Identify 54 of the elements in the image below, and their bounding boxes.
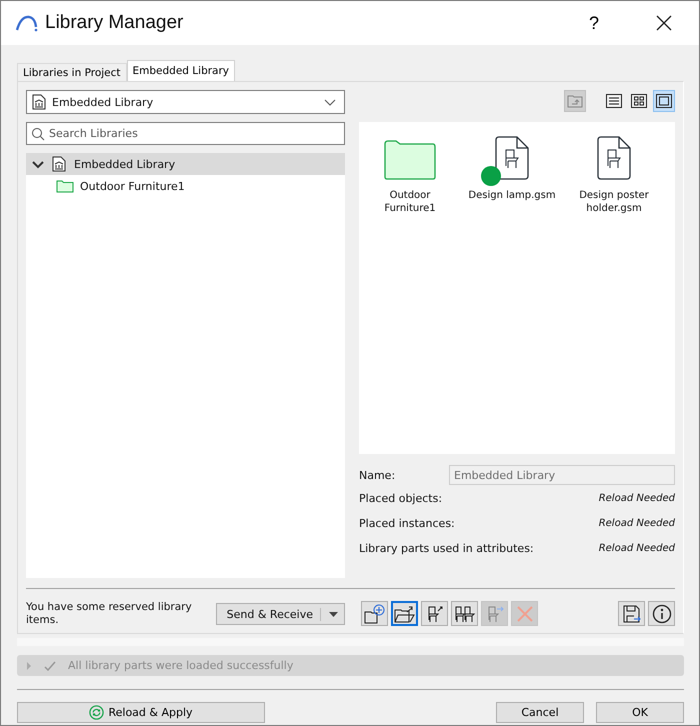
info-label: Placed objects: xyxy=(359,492,442,505)
info-value: Reload Needed xyxy=(598,493,675,504)
send-receive-button[interactable]: Send & Receive xyxy=(216,603,345,625)
info-label: Placed instances: xyxy=(359,517,455,530)
save-button[interactable] xyxy=(618,601,645,626)
view-button[interactable] xyxy=(653,90,675,112)
tree-item[interactable]: Outdoor Furniture1 xyxy=(26,175,345,197)
library-item[interactable]: Design lamp.gsm xyxy=(461,134,563,202)
chevron-down-icon xyxy=(324,98,336,106)
cancel-button[interactable]: Cancel xyxy=(496,702,584,723)
large-icons-icon xyxy=(656,94,672,108)
folder-icon xyxy=(384,140,436,180)
name-label: Name: xyxy=(359,468,396,482)
info-button[interactable] xyxy=(648,601,675,626)
chair-file-icon xyxy=(495,136,529,180)
folder-plus-icon xyxy=(364,604,386,624)
toolbar-button[interactable] xyxy=(451,601,478,626)
chairs-icon xyxy=(454,604,476,624)
tree-item[interactable]: Embedded Library xyxy=(26,153,345,175)
expand-icon xyxy=(26,662,32,670)
folder-up-icon xyxy=(567,94,583,108)
check-icon xyxy=(44,660,56,670)
library-file-icon xyxy=(52,156,66,172)
folder-icon xyxy=(56,179,74,193)
library-item[interactable]: Outdoor Furniture1 xyxy=(359,134,461,215)
tab[interactable]: Embedded Library xyxy=(126,60,236,81)
reserved-message: You have some reserved library items. xyxy=(26,601,193,627)
help-button[interactable]: ? xyxy=(559,1,629,45)
info-value: Reload Needed xyxy=(598,518,675,529)
dropdown-arrow-icon xyxy=(329,612,338,616)
window-title: Library Manager xyxy=(45,12,184,34)
toolbar-button[interactable] xyxy=(421,601,448,626)
tab[interactable]: Libraries in Project xyxy=(17,63,127,81)
library-item[interactable]: Design poster holder.gsm xyxy=(563,134,665,215)
info-label: Library parts used in attributes: xyxy=(359,542,534,555)
info-value: Reload Needed xyxy=(598,543,675,554)
close-icon xyxy=(656,15,672,31)
reload-apply-button[interactable]: Reload & Apply xyxy=(17,702,265,723)
toolbar-button[interactable] xyxy=(391,601,418,626)
refresh-icon xyxy=(89,705,104,720)
folder-arrow-icon xyxy=(394,604,416,624)
library-file-icon xyxy=(32,94,46,110)
library-dropdown[interactable]: Embedded Library xyxy=(26,90,345,114)
info-icon xyxy=(652,604,672,624)
app-logo-icon xyxy=(15,14,39,32)
save-icon xyxy=(622,604,642,624)
delete-icon xyxy=(516,604,534,622)
toolbar-button[interactable] xyxy=(361,601,388,626)
list-icon xyxy=(606,94,622,108)
ok-button[interactable]: OK xyxy=(596,702,684,723)
grid-icon xyxy=(631,94,647,108)
search-field[interactable]: Search Libraries xyxy=(26,122,345,145)
search-icon xyxy=(31,127,45,141)
chair-file-icon xyxy=(597,136,631,180)
